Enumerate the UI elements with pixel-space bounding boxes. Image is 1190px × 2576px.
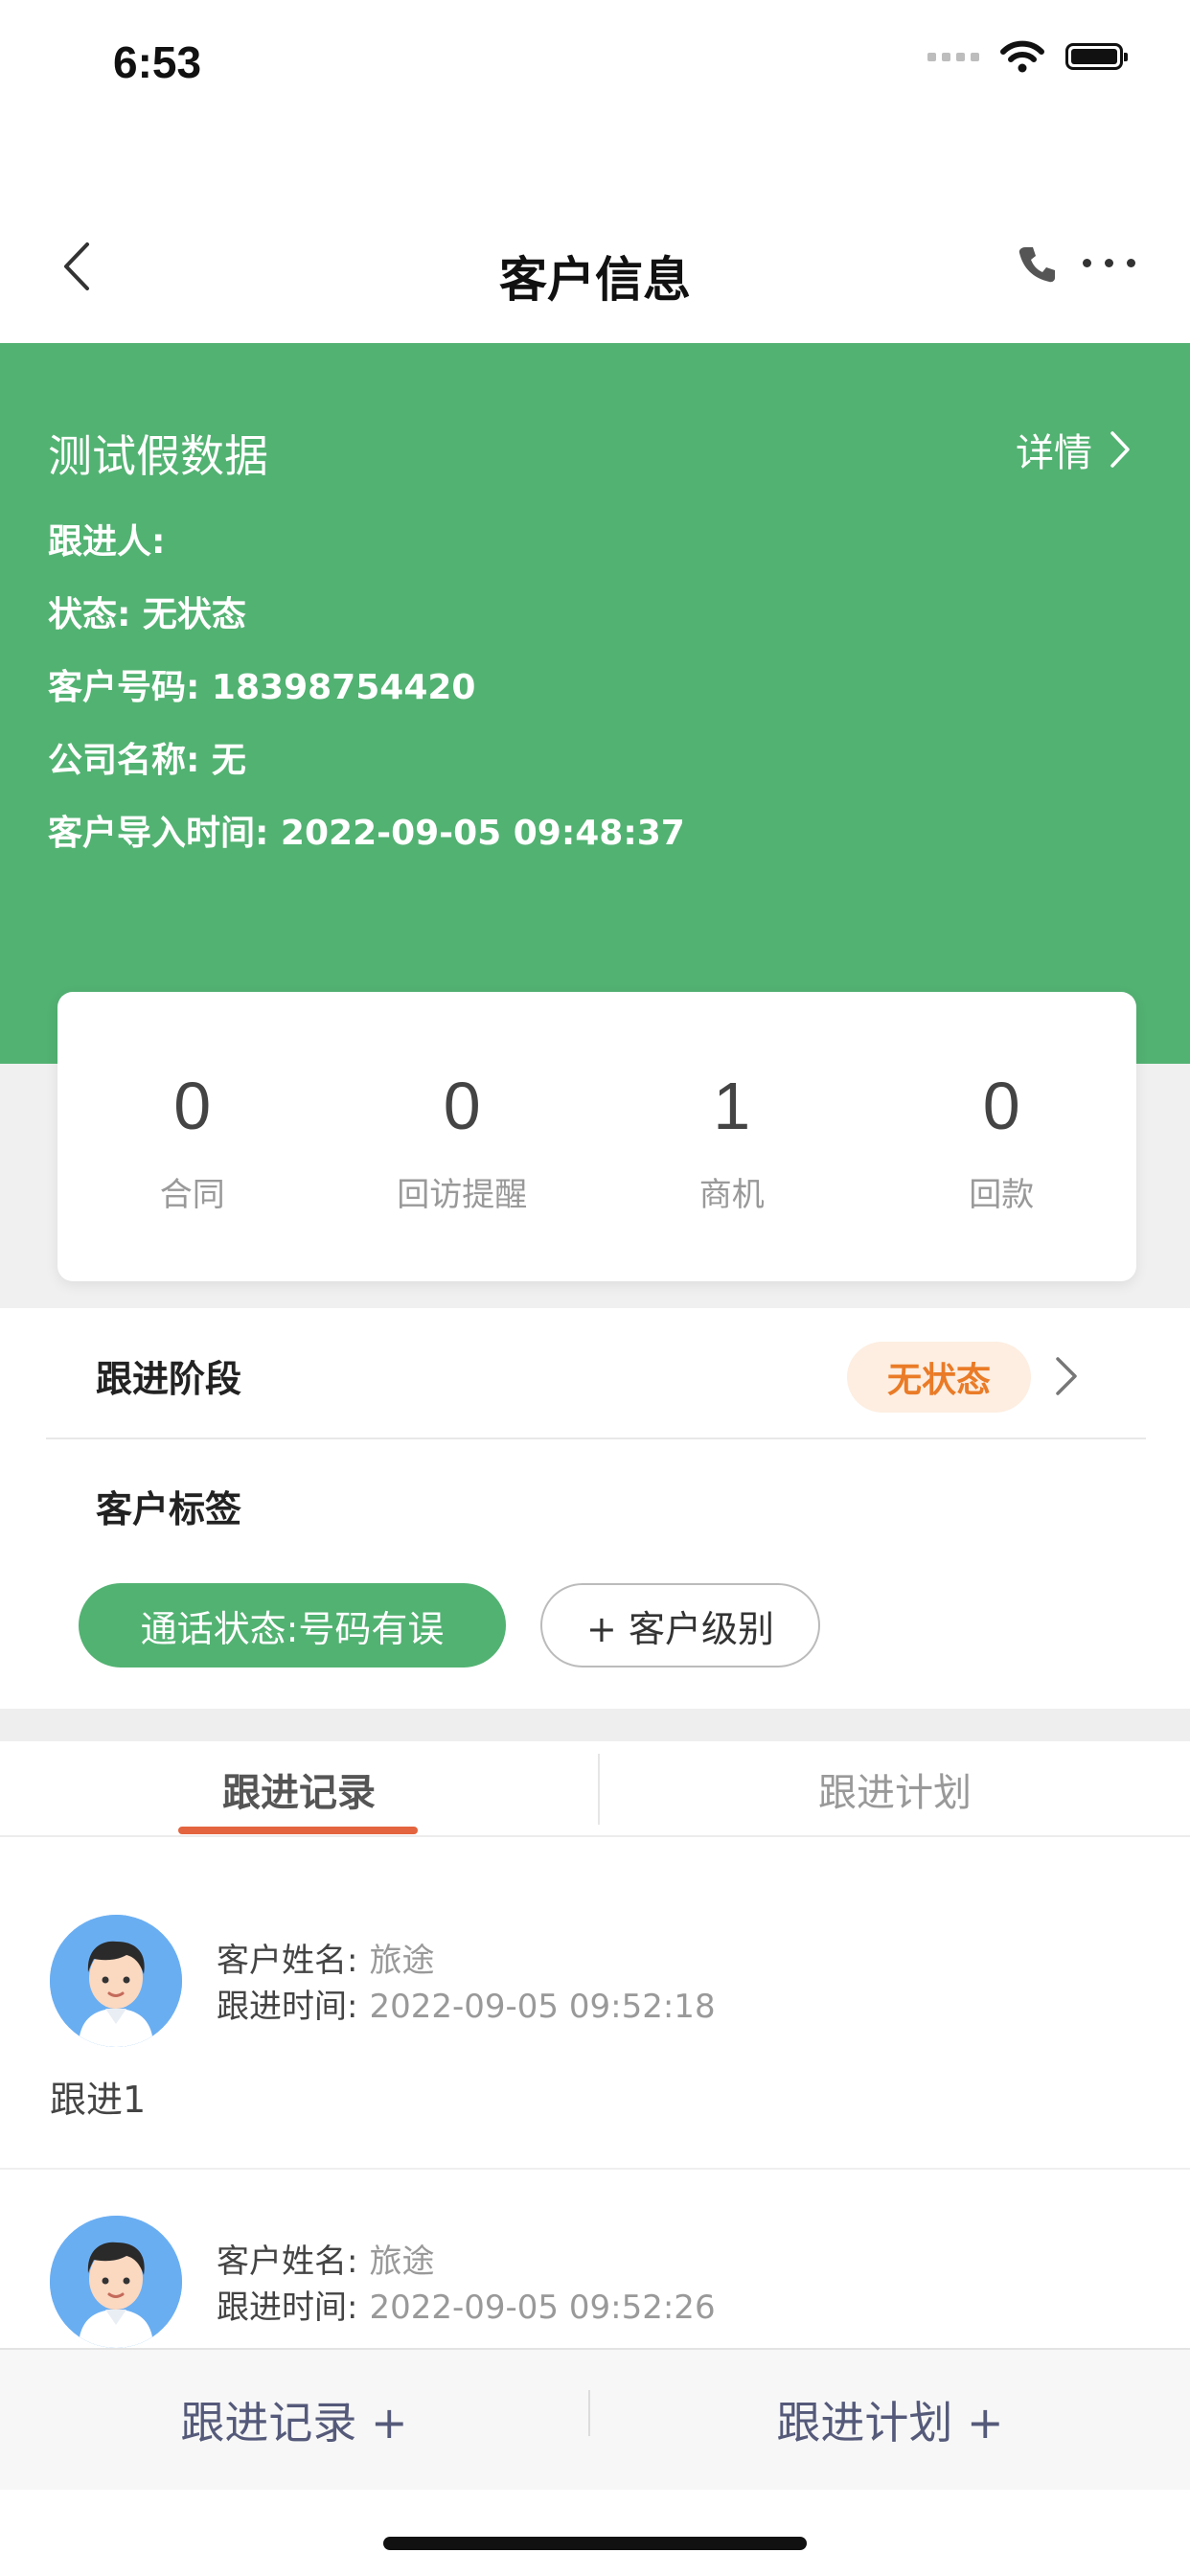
stat-label: 合同 (159, 1176, 225, 1214)
bottom-divider (588, 2390, 590, 2436)
stage-badge[interactable]: 无状态 (847, 1342, 1031, 1413)
tab-follow-records[interactable]: 跟进记录 (0, 1741, 598, 1837)
add-level-button[interactable]: + 客户级别 (540, 1583, 820, 1668)
avatar[interactable] (50, 2216, 182, 2348)
wifi-icon (1000, 40, 1044, 73)
divider (0, 2168, 1190, 2170)
follower-line: 跟进人: (48, 522, 166, 562)
stat-label: 商机 (698, 1176, 765, 1214)
record-content: 跟进1 (50, 2079, 147, 2121)
avatar-icon (50, 2216, 182, 2348)
stat-value: 0 (443, 1069, 481, 1143)
stat-value: 0 (173, 1069, 212, 1143)
cellular-signal-icon (927, 52, 979, 61)
import-time-line: 客户导入时间: 2022-09-05 09:48:37 (48, 814, 685, 853)
tab-divider (598, 1754, 600, 1825)
record-time-key: 跟进时间: (217, 1988, 358, 2026)
tags-label: 客户标签 (96, 1488, 242, 1530)
customer-name: 测试假数据 (48, 430, 268, 482)
record-follow-time: 跟进时间: 2022-09-05 09:52:18 (217, 1980, 716, 2027)
battery-icon (1065, 43, 1128, 70)
record-time-value: 2022-09-05 09:52:18 (369, 1988, 716, 2026)
status-line: 状态: 无状态 (48, 595, 246, 634)
record-name-key: 客户姓名: (217, 1942, 358, 1980)
record-follow-time: 跟进时间: 2022-09-05 09:52:26 (217, 2281, 716, 2328)
stage-label: 跟进阶段 (96, 1358, 242, 1400)
record-customer-name: 客户姓名: 旅途 (217, 1934, 434, 1981)
record-time-key: 跟进时间: (217, 2288, 358, 2327)
detail-link[interactable]: 详情 (1016, 422, 1131, 477)
more-icon[interactable] (1083, 259, 1135, 267)
stat-payments[interactable]: 0 回款 (867, 992, 1137, 1281)
stat-value: 0 (982, 1069, 1020, 1143)
status-time: 6:53 (113, 37, 202, 87)
active-tab-indicator (178, 1827, 418, 1834)
stat-contracts[interactable]: 0 合同 (57, 992, 328, 1281)
stat-label: 回款 (969, 1176, 1035, 1214)
divider (46, 1438, 1146, 1439)
tab-follow-plans[interactable]: 跟进计划 (600, 1741, 1190, 1837)
tab-bar: 跟进记录 跟进计划 (0, 1741, 1190, 1837)
stat-value: 1 (713, 1069, 751, 1143)
add-follow-record-button[interactable]: 跟进记录 + (0, 2350, 588, 2490)
record-name-key: 客户姓名: (217, 2242, 358, 2281)
chevron-right-icon[interactable] (1054, 1355, 1079, 1397)
bottom-action-bar: 跟进记录 + 跟进计划 + (0, 2348, 1190, 2490)
add-follow-plan-button[interactable]: 跟进计划 + (590, 2350, 1190, 2490)
stat-label: 回访提醒 (397, 1176, 528, 1214)
stats-card: 0 合同 0 回访提醒 1 商机 0 回款 (57, 992, 1136, 1281)
phone-icon[interactable] (1012, 240, 1062, 289)
company-line: 公司名称: 无 (48, 741, 246, 780)
tag-call-status[interactable]: 通话状态:号码有误 (79, 1583, 506, 1668)
section-gap (0, 1709, 1190, 1741)
detail-label: 详情 (1016, 431, 1092, 475)
record-customer-name: 客户姓名: 旅途 (217, 2235, 434, 2282)
chevron-right-icon (1110, 431, 1130, 468)
stat-opportunities[interactable]: 1 商机 (597, 992, 867, 1281)
home-indicator[interactable] (383, 2537, 807, 2550)
record-name-value: 旅途 (369, 2242, 435, 2281)
status-icons (927, 40, 1128, 73)
record-time-value: 2022-09-05 09:52:26 (369, 2288, 716, 2327)
avatar[interactable] (50, 1915, 182, 2047)
avatar-icon (50, 1915, 182, 2047)
phone-line: 客户号码: 18398754420 (48, 668, 476, 707)
record-name-value: 旅途 (369, 1942, 435, 1980)
stat-revisit-reminders[interactable]: 0 回访提醒 (328, 992, 598, 1281)
